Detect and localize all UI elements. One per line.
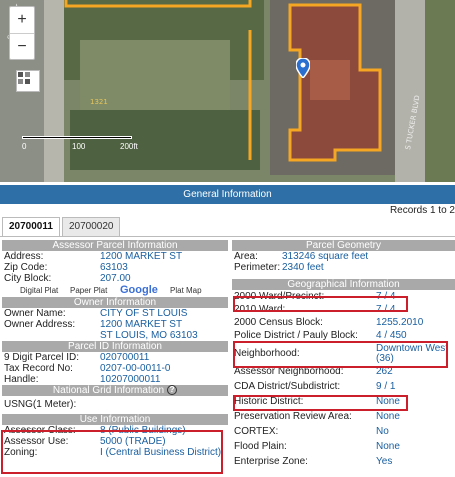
tab-20700020[interactable]: 20700020 bbox=[61, 217, 121, 236]
owner-name-row: Owner Name: CITY OF ST LOUIS bbox=[2, 308, 228, 319]
cortex-value: No bbox=[376, 426, 389, 437]
census-block-label: 2000 Census Block: bbox=[234, 317, 323, 328]
map-view[interactable]: 1321 S 14TH ST S TUCKER BLVD + − 0 100 2… bbox=[0, 0, 455, 182]
tax-record-row: Tax Record No: 0207-00-0011-0 bbox=[2, 363, 228, 374]
help-icon[interactable]: ? bbox=[167, 385, 178, 396]
preservation-label: Preservation Review Area: bbox=[234, 411, 352, 422]
perimeter-value: 2340 feet bbox=[282, 262, 324, 273]
highlight-neighborhood bbox=[233, 341, 448, 368]
scale-bar-line bbox=[22, 136, 132, 139]
parcel-id-section-title: Parcel ID Information bbox=[2, 341, 228, 352]
use-section-title: Use Information bbox=[2, 414, 228, 425]
cortex-row: CORTEX: No bbox=[232, 424, 455, 439]
parcel-id-label: 9 Digit Parcel ID: bbox=[4, 352, 80, 363]
area-value: 313246 square feet bbox=[282, 251, 369, 262]
usng-row: USNG(1 Meter): bbox=[2, 396, 228, 414]
scale-label-100: 100 bbox=[72, 142, 86, 151]
zip-value: 63103 bbox=[100, 262, 128, 273]
google-link[interactable]: Google bbox=[120, 284, 158, 297]
owner-name-label: Owner Name: bbox=[4, 308, 66, 319]
perimeter-row: Perimeter: 2340 feet bbox=[232, 262, 455, 273]
flood-plain-row: Flood Plain: None bbox=[232, 439, 455, 454]
enterprise-zone-value: Yes bbox=[376, 456, 393, 467]
geometry-section-title: Parcel Geometry bbox=[232, 240, 455, 251]
city-block-value: 207.00 bbox=[100, 273, 131, 284]
parcel-id-value: 020700011 bbox=[100, 352, 150, 363]
parcel-tabs: 20700011 20700020 bbox=[2, 217, 122, 236]
owner-address-row: Owner Address: 1200 MARKET ST bbox=[2, 319, 228, 330]
paper-plat-link[interactable]: Paper Plat bbox=[70, 284, 107, 297]
cortex-label: CORTEX: bbox=[234, 426, 279, 437]
assessor-section-title: Assessor Parcel Information bbox=[2, 240, 228, 251]
zoom-control: + − bbox=[9, 6, 35, 60]
cda-district-row: CDA District/Subdistrict: 9 / 1 bbox=[232, 379, 455, 394]
digital-plat-link[interactable]: Digital Plat bbox=[20, 284, 58, 297]
tab-divider bbox=[0, 236, 455, 237]
records-count: Records 1 to 2 bbox=[389, 205, 455, 216]
left-column: Assessor Parcel Information Address: 120… bbox=[2, 240, 228, 458]
owner-name-value: CITY OF ST LOUIS bbox=[100, 308, 188, 319]
location-pin-icon[interactable] bbox=[296, 58, 310, 78]
parcel-label: 1321 bbox=[90, 98, 108, 106]
handle-value: 10207000011 bbox=[100, 374, 161, 385]
owner-address-line1: 1200 MARKET ST bbox=[100, 319, 183, 330]
area-label: Area: bbox=[234, 251, 258, 262]
preservation-value: None bbox=[376, 411, 400, 422]
scale-bar: 0 100 200ft bbox=[22, 132, 146, 154]
owner-address-line2: ST LOUIS, MO 63103 bbox=[100, 330, 198, 341]
address-row: Address: 1200 MARKET ST bbox=[2, 251, 228, 262]
tab-20700011[interactable]: 20700011 bbox=[2, 217, 60, 236]
owner-section-title: Owner Information bbox=[2, 297, 228, 308]
city-block-row: City Block: 207.00 bbox=[2, 273, 228, 284]
zip-row: Zip Code: 63103 bbox=[2, 262, 228, 273]
handle-label: Handle: bbox=[4, 374, 39, 385]
parcel-id-row: 9 Digit Parcel ID: 020700011 bbox=[2, 352, 228, 363]
zoom-in-button[interactable]: + bbox=[10, 7, 34, 33]
owner-address-label: Owner Address: bbox=[4, 319, 76, 330]
scale-label-0: 0 bbox=[22, 142, 27, 151]
census-block-value: 1255.2010 bbox=[376, 317, 424, 328]
grid-layers-icon bbox=[18, 72, 30, 84]
highlight-2010-ward bbox=[233, 296, 408, 312]
enterprise-zone-row: Enterprise Zone: Yes bbox=[232, 454, 455, 469]
scale-label-200: 200ft bbox=[120, 142, 138, 151]
perimeter-label: Perimeter: bbox=[234, 262, 281, 273]
zoom-out-button[interactable]: − bbox=[10, 34, 34, 60]
city-block-label: City Block: bbox=[4, 273, 52, 284]
address-value: 1200 MARKET ST bbox=[100, 251, 183, 262]
plat-map-link[interactable]: Plat Map bbox=[170, 284, 202, 297]
handle-row: Handle: 10207000011 bbox=[2, 374, 228, 385]
geographical-section-title: Geographical Information bbox=[232, 279, 455, 290]
usng-label: USNG(1 Meter): bbox=[4, 399, 77, 410]
tax-record-value: 0207-00-0011-0 bbox=[100, 363, 171, 374]
aerial-imagery: 1321 S 14TH ST S TUCKER BLVD bbox=[0, 0, 455, 182]
area-row: Area: 313246 square feet bbox=[232, 251, 455, 262]
flood-plain-label: Flood Plain: bbox=[234, 441, 287, 452]
highlight-use-information bbox=[1, 430, 223, 474]
highlight-historic-district bbox=[233, 395, 408, 411]
plat-links: Digital Plat Paper Plat Google Plat Map bbox=[2, 284, 228, 297]
preservation-row: Preservation Review Area: None bbox=[232, 409, 455, 424]
owner-address-row-2: ST LOUIS, MO 63103 bbox=[2, 330, 228, 341]
census-block-row: 2000 Census Block: 1255.2010 bbox=[232, 316, 455, 329]
tax-record-label: Tax Record No: bbox=[4, 363, 73, 374]
zip-label: Zip Code: bbox=[4, 262, 48, 273]
flood-plain-value: None bbox=[376, 441, 400, 452]
enterprise-zone-label: Enterprise Zone: bbox=[234, 456, 308, 467]
cda-district-label: CDA District/Subdistrict: bbox=[234, 381, 341, 392]
cda-district-value: 9 / 1 bbox=[376, 381, 396, 392]
layer-switch-button[interactable] bbox=[16, 70, 40, 92]
address-label: Address: bbox=[4, 251, 44, 262]
national-grid-section-title: National Grid Information? bbox=[2, 385, 228, 396]
national-grid-title-text: National Grid Information bbox=[52, 385, 165, 396]
general-information-header: General Information bbox=[0, 185, 455, 204]
